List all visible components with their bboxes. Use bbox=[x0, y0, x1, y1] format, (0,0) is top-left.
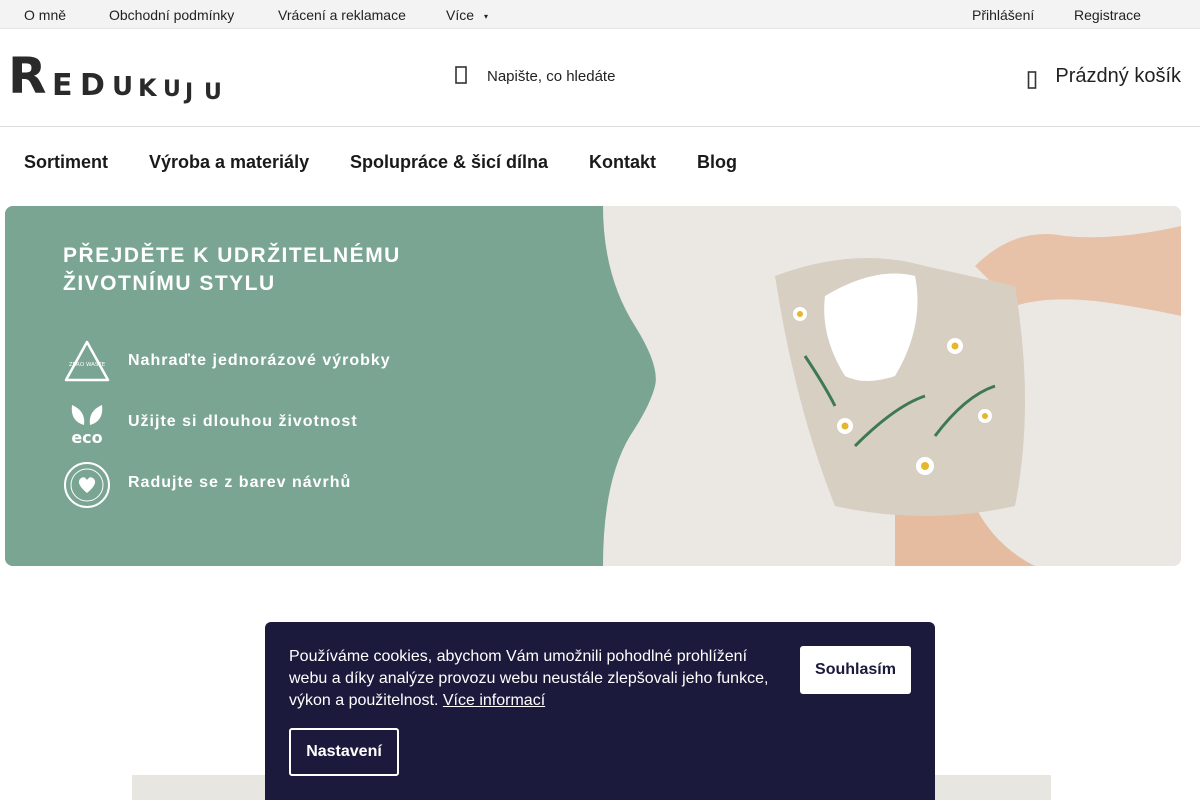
site-header: R E D U K U J U Napište, co hledáte Práz… bbox=[0, 29, 1200, 127]
banner-headline-line1: PŘEJDĚTE K UDRŽITELNÉMU bbox=[63, 244, 401, 267]
logo-wordmark: R E D U K U J U bbox=[8, 49, 222, 105]
cart-icon bbox=[1028, 70, 1037, 89]
logo-letter: R bbox=[8, 49, 47, 105]
banner-feature: ZERO WASTE Nahraďte jednorázové výrobky bbox=[62, 338, 462, 388]
top-link-more[interactable]: Více ▾ bbox=[446, 7, 488, 23]
cookie-agree-button[interactable]: Souhlasím bbox=[800, 646, 911, 694]
search-input[interactable]: Napište, co hledáte bbox=[448, 59, 708, 93]
logo-letter: U bbox=[112, 72, 133, 102]
logo-letter: U bbox=[163, 77, 181, 102]
banner-feature-text: Nahraďte jednorázové výrobky bbox=[128, 352, 391, 369]
top-link-returns[interactable]: Vrácení a reklamace bbox=[278, 7, 406, 23]
handmade-heart-icon bbox=[64, 462, 110, 508]
banner-feature: Radujte se z barev návrhů bbox=[62, 460, 462, 510]
banner-feature-text: Užijte si dlouhou životnost bbox=[128, 413, 358, 430]
top-bar: O mně Obchodní podmínky Vrácení a reklam… bbox=[0, 0, 1200, 29]
zero-waste-icon-label: ZERO WASTE bbox=[69, 362, 106, 368]
search-icon bbox=[455, 66, 467, 84]
cookie-more-info-link[interactable]: Více informací bbox=[443, 692, 545, 709]
cart-label: Prázdný košík bbox=[1055, 65, 1181, 87]
hero-banner[interactable]: PŘEJDĚTE K UDRŽITELNÉMU ŽIVOTNÍMU STYLU … bbox=[5, 206, 1181, 566]
cart-button[interactable]: Prázdný košík bbox=[1027, 65, 1181, 91]
nav-item-contact[interactable]: Kontakt bbox=[589, 152, 656, 173]
product-thumbnail[interactable] bbox=[930, 775, 1051, 800]
top-link-about[interactable]: O mně bbox=[24, 7, 66, 23]
cookie-consent-bar: Používáme cookies, abychom Vám umožnili … bbox=[265, 622, 935, 800]
top-link-more-label: Více bbox=[446, 7, 475, 23]
search-placeholder: Napište, co hledáte bbox=[487, 68, 616, 85]
logo-letter: E bbox=[52, 68, 73, 103]
register-link[interactable]: Registrace bbox=[1074, 7, 1141, 23]
logo-letter: J bbox=[183, 80, 193, 105]
main-nav: Sortiment Výroba a materiály Spolupráce … bbox=[0, 127, 1200, 197]
logo-letter: K bbox=[138, 74, 158, 102]
cookie-message: Používáme cookies, abychom Vám umožnili … bbox=[289, 646, 789, 712]
nav-item-assortment[interactable]: Sortiment bbox=[24, 152, 108, 173]
logo-letter: D bbox=[80, 68, 105, 103]
top-link-terms[interactable]: Obchodní podmínky bbox=[109, 7, 234, 23]
banner-feature-text: Radujte se z barev návrhů bbox=[128, 474, 352, 491]
product-thumbnail[interactable] bbox=[132, 775, 272, 800]
zero-waste-icon: ZERO WASTE bbox=[64, 340, 110, 382]
nav-item-cooperation[interactable]: Spolupráce & šicí dílna bbox=[350, 152, 548, 173]
logo-letter: U bbox=[204, 80, 222, 105]
nav-item-blog[interactable]: Blog bbox=[697, 152, 737, 173]
chevron-down-icon: ▾ bbox=[484, 11, 489, 21]
banner-feature: eco Užijte si dlouhou životnost bbox=[62, 399, 462, 449]
cookie-settings-button[interactable]: Nastavení bbox=[289, 728, 399, 776]
banner-headline-line2: ŽIVOTNÍMU STYLU bbox=[63, 272, 276, 295]
logo[interactable]: R E D U K U J U bbox=[8, 49, 228, 105]
nav-item-production[interactable]: Výroba a materiály bbox=[149, 152, 309, 173]
eco-icon-label: eco bbox=[71, 428, 102, 447]
banner-headline: PŘEJDĚTE K UDRŽITELNÉMU ŽIVOTNÍMU STYLU bbox=[63, 242, 401, 298]
login-link[interactable]: Přihlášení bbox=[972, 7, 1034, 23]
eco-leaf-icon: eco bbox=[71, 405, 103, 447]
